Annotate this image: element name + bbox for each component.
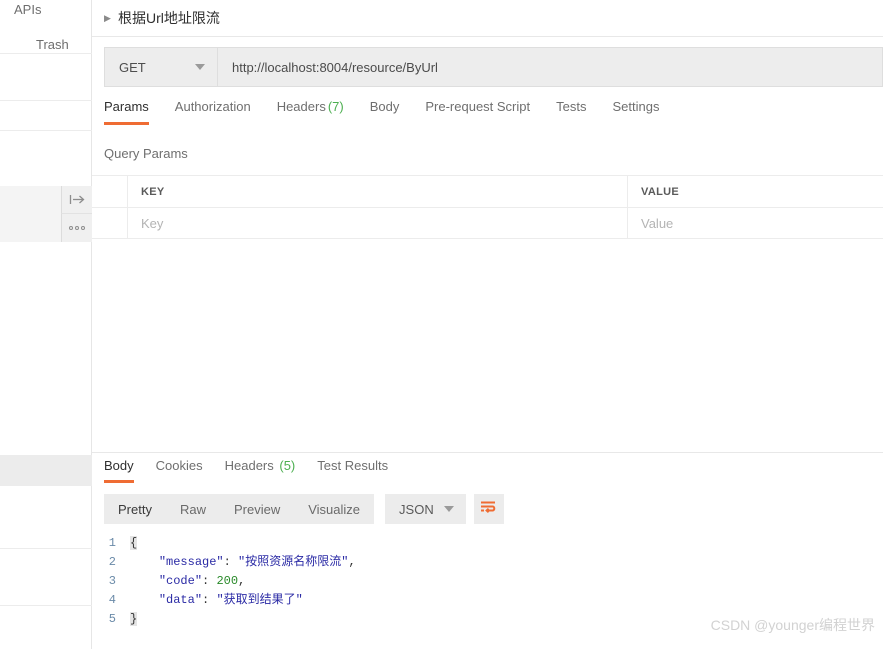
- url-input[interactable]: [218, 48, 882, 86]
- expand-panel-icon: [69, 194, 86, 205]
- column-header-label: KEY: [141, 185, 165, 198]
- tab-headers[interactable]: Headers (7): [277, 99, 344, 125]
- response-format-select[interactable]: JSON: [385, 494, 466, 524]
- line-number: 1: [108, 536, 116, 550]
- sidebar-item-trash[interactable]: Trash: [36, 37, 69, 52]
- response-tabs: Body Cookies Headers (5) Test Results: [92, 453, 883, 486]
- tab-label: Headers: [276, 99, 326, 114]
- tab-authorization[interactable]: Authorization: [175, 99, 251, 125]
- sidebar-divider: [0, 130, 92, 131]
- chevron-down-icon: [443, 506, 454, 512]
- sidebar-item-label: APIs: [14, 2, 42, 17]
- code-content: {: [130, 536, 138, 550]
- sidebar-divider: [0, 548, 92, 549]
- tab-label: Tests: [556, 99, 587, 114]
- sidebar-active-row[interactable]: [0, 455, 92, 485]
- view-mode-label: Pretty: [118, 501, 152, 517]
- key-placeholder: Key: [141, 215, 164, 231]
- view-mode-visualize[interactable]: Visualize: [294, 494, 374, 524]
- word-wrap-button[interactable]: [473, 494, 504, 524]
- tab-label: Cookies: [155, 458, 203, 473]
- view-mode-label: Raw: [179, 501, 206, 517]
- tab-params[interactable]: Params: [104, 99, 149, 125]
- tab-label: Body: [104, 458, 134, 473]
- line-number: 3: [108, 574, 116, 588]
- view-mode-raw[interactable]: Raw: [166, 494, 220, 524]
- tab-tests[interactable]: Tests: [556, 99, 586, 125]
- tab-label: Pre-request Script: [425, 99, 531, 114]
- code-content: "code": 200,: [158, 574, 246, 588]
- params-empty-area: [92, 239, 883, 449]
- view-mode-label: Preview: [233, 501, 281, 517]
- word-wrap-icon: [480, 500, 497, 519]
- line-number: 4: [108, 593, 116, 607]
- sidebar-divider: [0, 605, 92, 606]
- expand-panel-button[interactable]: [61, 186, 92, 214]
- line-number: 2: [108, 555, 116, 569]
- page-title: 根据Url地址限流: [118, 10, 220, 26]
- tab-count-badge: (5): [279, 458, 296, 473]
- view-mode-preview[interactable]: Preview: [220, 494, 294, 524]
- table-checkbox-column: [92, 176, 128, 207]
- query-params-title: Query Params: [104, 146, 188, 161]
- main-content: ▶ 根据Url地址限流 GET Params Authorization Hea…: [92, 0, 883, 649]
- code-content: }: [130, 612, 138, 626]
- column-header-value: VALUE: [628, 176, 883, 207]
- sidebar-item-apis[interactable]: APIs: [14, 2, 41, 17]
- code-line: 2 "message": "按照资源名称限流",: [104, 553, 883, 572]
- url-bar: GET: [104, 47, 883, 87]
- value-placeholder: Value: [641, 215, 674, 231]
- tab-cookies[interactable]: Cookies: [156, 458, 203, 483]
- request-tabs: Params Authorization Headers (7) Body Pre…: [92, 99, 883, 132]
- tab-label: Authorization: [174, 99, 251, 114]
- code-line: 5 }: [104, 610, 883, 629]
- sidebar-item-label: Trash: [36, 37, 69, 52]
- tab-label: Body: [369, 99, 400, 114]
- http-method-select[interactable]: GET: [105, 48, 218, 86]
- row-checkbox-cell[interactable]: [92, 208, 128, 238]
- left-sidebar: APIs Trash: [0, 0, 92, 649]
- response-body-code[interactable]: 1 { 2 "message": "按照资源名称限流", 3 "code": 2…: [92, 534, 883, 629]
- tab-response-headers[interactable]: Headers (5): [225, 458, 296, 483]
- tab-label: Params: [104, 99, 149, 114]
- view-mode-pretty[interactable]: Pretty: [104, 494, 166, 524]
- code-line: 4 "data": "获取到结果了": [104, 591, 883, 610]
- response-format-label: JSON: [399, 501, 434, 517]
- tab-count-badge: (7): [327, 99, 344, 114]
- response-pane: Body Cookies Headers (5) Test Results Pr…: [92, 452, 883, 649]
- tab-label: Test Results: [317, 458, 389, 473]
- tab-body[interactable]: Body: [370, 99, 400, 125]
- sidebar-divider: [0, 485, 92, 486]
- tab-label: Settings: [612, 99, 660, 114]
- code-content: "message": "按照资源名称限流",: [158, 555, 356, 569]
- line-number: 5: [108, 612, 116, 626]
- response-format-toolbar: Pretty Raw Preview Visualize JSON: [92, 494, 883, 524]
- postman-window: APIs Trash ▶ 根据Url地址限流 GET http://localh…: [0, 0, 883, 649]
- tab-pre-request-script[interactable]: Pre-request Script: [425, 99, 530, 125]
- more-options-button[interactable]: [61, 214, 92, 242]
- breadcrumb: ▶ 根据Url地址限流: [92, 0, 883, 37]
- code-content: "data": "获取到结果了": [158, 593, 303, 607]
- column-header-label: VALUE: [641, 185, 679, 198]
- column-header-key: KEY: [128, 176, 628, 207]
- row-key-cell[interactable]: Key: [128, 208, 628, 238]
- more-options-icon: [69, 226, 85, 230]
- row-value-cell[interactable]: Value: [628, 208, 883, 238]
- view-mode-group: Pretty Raw Preview Visualize: [104, 494, 375, 524]
- chevron-down-icon: [195, 64, 205, 70]
- table-header-row: KEY VALUE: [92, 176, 883, 207]
- code-line: 1 {: [104, 534, 883, 553]
- tab-response-body[interactable]: Body: [104, 458, 134, 483]
- sidebar-divider: [0, 100, 92, 101]
- sidebar-divider: [0, 53, 92, 54]
- table-row[interactable]: Key Value: [92, 207, 883, 238]
- code-line: 3 "code": 200,: [104, 572, 883, 591]
- tab-test-results[interactable]: Test Results: [317, 458, 388, 483]
- query-params-table: KEY VALUE Key Value: [92, 175, 883, 239]
- tab-settings[interactable]: Settings: [612, 99, 659, 125]
- http-method-label: GET: [119, 59, 146, 75]
- caret-right-icon[interactable]: ▶: [104, 13, 116, 23]
- view-mode-label: Visualize: [308, 501, 361, 517]
- tab-label: Headers: [224, 458, 274, 473]
